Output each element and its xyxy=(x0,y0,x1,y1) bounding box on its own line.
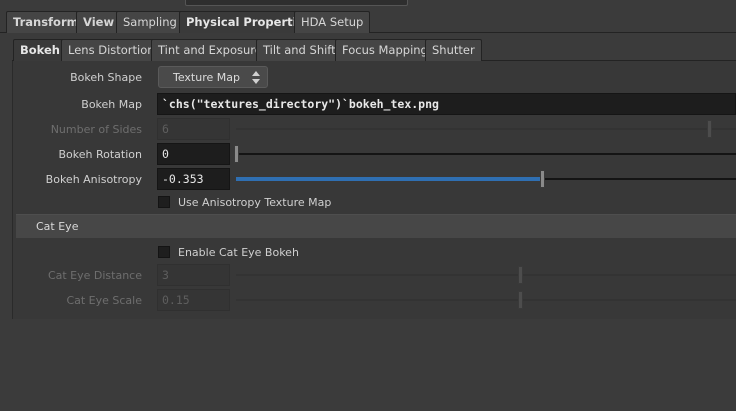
tab-transform[interactable]: Transform xyxy=(6,11,86,33)
bokeh-anisotropy-label: Bokeh Anisotropy xyxy=(45,173,142,186)
tab-hda-setup[interactable]: HDA Setup xyxy=(294,11,371,33)
cat-eye-title: Cat Eye xyxy=(36,220,79,233)
cat-eye-scale-slider[interactable] xyxy=(236,299,736,301)
tab-focus-mapping[interactable]: Focus Mapping xyxy=(335,39,435,61)
cat-eye-distance-handle[interactable] xyxy=(518,266,523,284)
cat-eye-scale-label: Cat Eye Scale xyxy=(66,294,142,307)
enable-cat-eye-checkbox[interactable] xyxy=(158,246,170,258)
bokeh-rotation-field[interactable]: 0 xyxy=(157,143,230,165)
tab-tint-and-exposure[interactable]: Tint and Exposure xyxy=(151,39,269,61)
updown-arrow-icon xyxy=(252,71,260,84)
cat-eye-section-header[interactable]: Cat Eye xyxy=(16,214,736,238)
use-anisotropy-texture-checkbox[interactable] xyxy=(158,196,170,208)
bokeh-anisotropy-field[interactable]: -0.353 xyxy=(157,168,230,190)
bokeh-map-label: Bokeh Map xyxy=(81,98,142,111)
number-of-sides-field[interactable]: 6 xyxy=(157,118,230,140)
tab-tilt-and-shift[interactable]: Tilt and Shift xyxy=(256,39,343,61)
bokeh-shape-label: Bokeh Shape xyxy=(70,71,142,84)
bokeh-anisotropy-fill xyxy=(236,177,541,181)
bokeh-shape-menu[interactable]: Texture Map xyxy=(158,66,268,88)
tab-shutter[interactable]: Shutter xyxy=(425,39,482,61)
number-of-sides-slider[interactable] xyxy=(236,128,736,130)
bokeh-anisotropy-handle[interactable] xyxy=(540,170,545,188)
bokeh-rotation-slider[interactable] xyxy=(236,153,736,155)
use-anisotropy-texture-label: Use Anisotropy Texture Map xyxy=(178,196,332,209)
enable-cat-eye-label: Enable Cat Eye Bokeh xyxy=(178,246,299,259)
tab-lens-distortion[interactable]: Lens Distortion xyxy=(61,39,162,61)
bokeh-rotation-handle[interactable] xyxy=(234,145,239,163)
number-of-sides-label: Number of Sides xyxy=(50,123,142,136)
cat-eye-distance-field[interactable]: 3 xyxy=(157,264,230,286)
bokeh-shape-value: Texture Map xyxy=(173,71,240,84)
cat-eye-scale-handle[interactable] xyxy=(518,291,523,309)
cat-eye-scale-field[interactable]: 0.15 xyxy=(157,289,230,311)
bokeh-rotation-label: Bokeh Rotation xyxy=(58,148,143,161)
cat-eye-distance-slider[interactable] xyxy=(236,274,736,276)
top-partial-field[interactable] xyxy=(185,0,408,6)
tab-bokeh[interactable]: Bokeh xyxy=(13,39,67,61)
tab-sampling[interactable]: Sampling xyxy=(116,11,184,33)
tab-view[interactable]: View xyxy=(76,11,122,33)
bokeh-map-field[interactable]: `chs("textures_directory")`bokeh_tex.png xyxy=(157,93,736,115)
cat-eye-distance-label: Cat Eye Distance xyxy=(47,269,142,282)
number-of-sides-handle[interactable] xyxy=(707,120,712,138)
